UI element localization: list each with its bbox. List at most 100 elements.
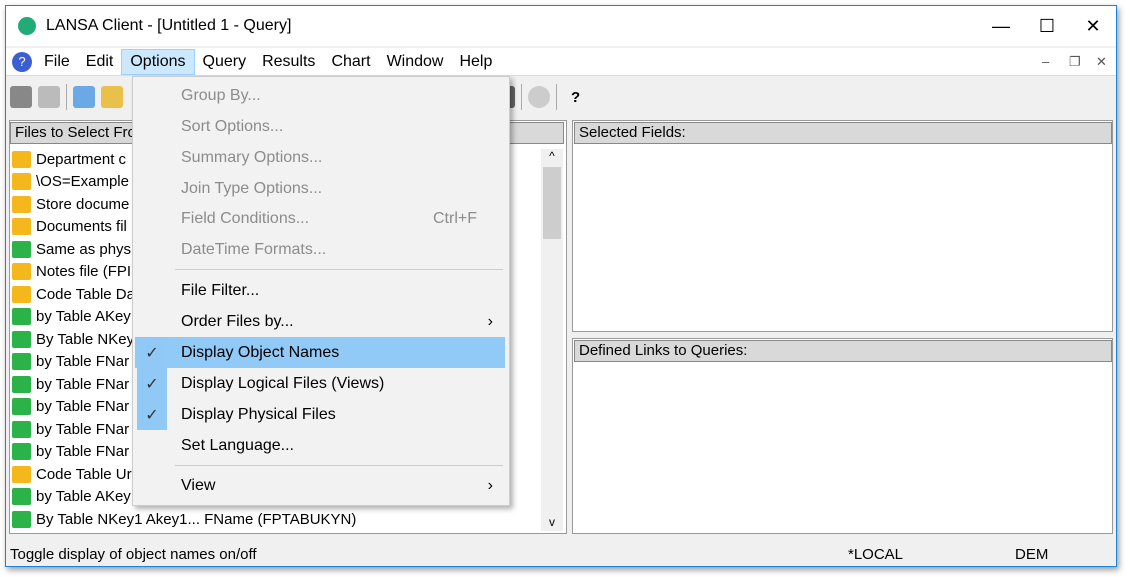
menu-item-field-conditions[interactable]: Field Conditions... Ctrl+F <box>135 203 505 234</box>
file-label: Code Table Da <box>36 285 135 303</box>
menu-item-label: Display Physical Files <box>181 405 336 423</box>
menu-query[interactable]: Query <box>195 50 255 74</box>
file-label: by Table FNar <box>36 443 130 461</box>
shortcut-label: Ctrl+F <box>433 209 477 227</box>
logical-file-folder-icon <box>12 240 31 258</box>
mdi-restore-button[interactable]: ❐ <box>1069 54 1081 70</box>
file-label: Notes file (FPI <box>36 263 132 281</box>
file-label: \OS=Example <box>36 173 129 191</box>
open-icon[interactable] <box>101 86 123 108</box>
app-icon <box>18 17 36 35</box>
menu-item-display-physical-files[interactable]: ✓ Display Physical Files <box>135 399 505 430</box>
menu-item-set-language[interactable]: Set Language... <box>135 430 505 461</box>
menu-item-display-object-names[interactable]: ✓ Display Object Names <box>135 337 505 368</box>
files-scrollbar[interactable]: ^ v <box>541 149 563 531</box>
title-bar: LANSA Client - [Untitled 1 - Query] — ☐ … <box>6 6 1116 46</box>
physical-file-folder-icon <box>12 173 31 191</box>
toolbar-separator <box>66 84 67 110</box>
menu-item-label: Field Conditions... <box>181 209 310 227</box>
menu-item-label: Set Language... <box>181 436 294 454</box>
logical-file-folder-icon <box>12 398 31 416</box>
submenu-arrow-icon: › <box>487 476 493 494</box>
logical-file-folder-icon <box>12 330 31 348</box>
file-label: by Table AKey <box>36 488 131 506</box>
defined-links-panel <box>572 338 1113 534</box>
settings-gears-icon[interactable] <box>528 86 550 108</box>
status-partition: DEM <box>1015 545 1049 563</box>
menu-item-view[interactable]: View › <box>135 470 505 501</box>
physical-file-folder-icon <box>12 285 31 303</box>
mdi-close-button[interactable]: ✕ <box>1096 54 1107 70</box>
options-dropdown-menu: Group By... Sort Options... Summary Option… <box>132 76 510 506</box>
menu-item-label: DateTime Formats... <box>181 240 327 258</box>
menu-item-label: File Filter... <box>181 281 260 299</box>
menu-item-display-logical-files-views[interactable]: ✓ Display Logical Files (Views) <box>135 368 505 399</box>
physical-file-folder-icon <box>12 218 31 236</box>
file-label: By Table NKey <box>36 330 135 348</box>
menu-item-label: View <box>181 476 216 494</box>
physical-file-folder-icon <box>12 263 31 281</box>
menu-item-order-files-by[interactable]: Order Files by... › <box>135 306 505 337</box>
menu-item-datetime-formats[interactable]: DateTime Formats... <box>135 234 505 265</box>
menu-item-file-filter[interactable]: File Filter... <box>135 275 505 306</box>
file-label: Documents fil <box>36 218 127 236</box>
help-button[interactable]: ? <box>563 89 588 106</box>
menu-item-join-type-options[interactable]: Join Type Options... <box>135 173 505 204</box>
menu-edit[interactable]: Edit <box>78 50 122 74</box>
menu-item-sort-options[interactable]: Sort Options... <box>135 111 505 142</box>
menu-bar: ? File Edit Options Query Results Chart … <box>6 48 1116 76</box>
menu-item-summary-options[interactable]: Summary Options... <box>135 142 505 173</box>
file-label: Same as phys <box>36 240 132 258</box>
minimize-button[interactable]: — <box>978 6 1024 46</box>
file-label: by Table FNar <box>36 353 130 371</box>
maximize-button[interactable]: ☐ <box>1024 6 1070 46</box>
file-label: by Table FNar <box>36 375 130 393</box>
file-label: by Table AKey <box>36 308 131 326</box>
menu-chart[interactable]: Chart <box>323 50 378 74</box>
menu-file[interactable]: File <box>36 50 78 74</box>
menu-separator <box>175 269 503 270</box>
menu-item-label: Display Object Names <box>181 343 340 361</box>
checkmark-icon: ✓ <box>137 337 167 368</box>
save-icon[interactable] <box>10 86 32 108</box>
logical-file-folder-icon <box>12 308 31 326</box>
status-location: *LOCAL <box>848 545 904 563</box>
new-query-icon[interactable] <box>73 86 95 108</box>
checkmark-icon: ✓ <box>137 399 167 430</box>
file-label: Department c <box>36 150 127 168</box>
checkmark-icon: ✓ <box>137 368 167 399</box>
toolbar-separator <box>556 84 557 110</box>
status-bar: Toggle display of object names on/off *L… <box>6 541 1116 567</box>
toolbar-separator <box>521 84 522 110</box>
menu-item-group-by[interactable]: Group By... <box>135 80 505 111</box>
scroll-up-arrow[interactable]: ^ <box>541 149 563 163</box>
file-label: by Table FNar <box>36 420 130 438</box>
menu-window[interactable]: Window <box>379 50 452 74</box>
scroll-thumb[interactable] <box>543 167 561 239</box>
selected-fields-panel <box>572 120 1113 332</box>
physical-file-folder-icon <box>12 150 31 168</box>
submenu-arrow-icon: › <box>487 312 493 330</box>
scroll-down-arrow[interactable]: v <box>541 515 563 529</box>
file-list-item[interactable]: By Table NKey1 Akey1... FName (FPTABUKYN… <box>12 508 542 531</box>
menu-options[interactable]: Options <box>121 48 195 75</box>
file-label: Code Table Ur <box>36 465 132 483</box>
menu-item-label: Group By... <box>181 86 261 104</box>
menu-help[interactable]: Help <box>451 50 500 74</box>
logical-file-folder-icon <box>12 353 31 371</box>
menu-separator <box>175 465 503 466</box>
mdi-minimize-button[interactable]: – <box>1042 54 1049 69</box>
window-title: LANSA Client - [Untitled 1 - Query] <box>46 17 292 34</box>
logical-file-folder-icon <box>12 488 31 506</box>
defined-links-header: Defined Links to Queries: <box>574 340 1112 362</box>
system-menu-icon[interactable]: ? <box>12 51 32 72</box>
logical-file-folder-icon <box>12 510 31 528</box>
menu-item-label: Summary Options... <box>181 148 323 166</box>
selected-fields-header: Selected Fields: <box>574 122 1112 144</box>
print-icon[interactable] <box>38 86 60 108</box>
menu-results[interactable]: Results <box>254 50 323 74</box>
physical-file-folder-icon <box>12 465 31 483</box>
close-button[interactable]: ✕ <box>1070 6 1116 46</box>
file-label: by Table FNar <box>36 398 130 416</box>
menu-item-label: Sort Options... <box>181 117 284 135</box>
